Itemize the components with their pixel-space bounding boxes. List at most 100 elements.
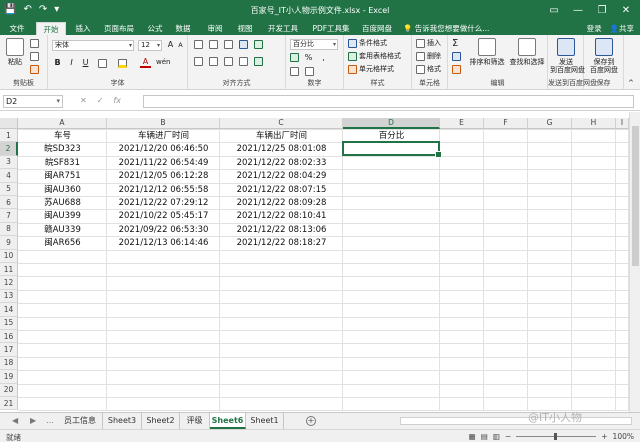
percent-button[interactable]: % [303,53,314,62]
normal-view-icon[interactable]: ▦ [469,432,476,441]
currency-icon[interactable] [290,53,299,62]
data-cell[interactable]: 2021/12/22 08:10:41 [220,211,343,221]
row-header-11[interactable]: 11 [0,263,18,277]
tab-review[interactable]: 审阅 [204,22,226,35]
data-cell[interactable]: 2021/12/13 06:14:46 [107,238,220,248]
data-cell[interactable]: 2021/12/22 08:09:28 [220,198,343,208]
send-to-cloud-button[interactable]: 发送 到百度网盘 [550,38,585,74]
align-middle-icon[interactable] [209,40,218,49]
italic-button[interactable]: I [66,58,77,67]
number-format-select[interactable]: 百分比 [290,39,338,50]
zoom-slider-thumb[interactable] [554,433,558,440]
indent-icon[interactable] [239,57,248,66]
delete-cells-button[interactable]: 删除 [416,51,441,61]
data-cell[interactable]: 闽AU360 [18,185,107,195]
vertical-scrollbar[interactable] [629,112,640,412]
data-cell[interactable]: 2021/09/22 06:53:30 [107,225,220,235]
data-cell[interactable]: 2021/12/22 08:18:27 [220,238,343,248]
data-cell[interactable]: 2021/12/20 06:46:50 [107,144,220,154]
header-cell[interactable]: 百分比 [343,131,440,141]
data-cell[interactable]: 赣AU339 [18,225,107,235]
font-color-icon[interactable]: A [140,57,151,68]
sheet-tab[interactable]: Sheet2 [142,413,180,429]
row-header-21[interactable]: 21 [0,397,18,411]
formula-input[interactable] [143,95,634,108]
row-header-2[interactable]: 2 [0,142,18,156]
zoom-slider[interactable] [516,433,597,440]
tab-baidu-netdisk[interactable]: 百度网盘 [358,22,396,35]
select-all-corner[interactable] [0,118,18,129]
row-header-12[interactable]: 12 [0,276,18,290]
row-header-3[interactable]: 3 [0,155,18,170]
tab-insert[interactable]: 插入 [72,22,94,35]
next-sheet-icon[interactable]: ▶ [30,416,36,425]
tab-pdf-tools[interactable]: PDF工具集 [310,22,352,35]
collapse-ribbon-icon[interactable]: ^ [628,79,634,87]
column-header-c[interactable]: C [220,118,343,129]
cancel-entry-icon[interactable]: ✕ [80,96,87,105]
tab-view[interactable]: 视图 [234,22,256,35]
data-cell[interactable]: 2021/12/22 08:13:06 [220,225,343,235]
tab-page-layout[interactable]: 页面布局 [100,22,138,35]
wrap-text-icon[interactable] [254,40,263,49]
login-button[interactable]: 登录 [587,23,602,34]
zoom-in-icon[interactable]: + [601,432,607,441]
ribbon-display-icon[interactable]: ▭ [542,2,566,19]
confirm-entry-icon[interactable]: ✓ [97,96,104,105]
row-header-18[interactable]: 18 [0,356,18,371]
data-cell[interactable]: 皖SD323 [18,144,107,154]
borders-button[interactable] [98,59,107,68]
row-header-6[interactable]: 6 [0,196,18,210]
merge-center-icon[interactable] [254,57,263,66]
increase-decimal-icon[interactable] [290,67,299,76]
cut-button[interactable] [30,39,39,48]
column-header-e[interactable]: E [440,118,484,129]
decrease-decimal-icon[interactable] [305,67,314,76]
sheet-tab[interactable]: 评级 [180,413,210,429]
data-cell[interactable]: 2021/12/22 08:02:33 [220,158,343,168]
align-right-icon[interactable] [224,57,233,66]
format-cells-button[interactable]: 格式 [416,64,441,74]
row-header-8[interactable]: 8 [0,222,18,237]
data-cell[interactable]: 2021/12/05 06:12:28 [107,171,220,181]
table-format-button[interactable]: 套用表格格式 [348,51,401,61]
comma-button[interactable]: , [318,53,329,62]
cell-styles-button[interactable]: 单元格样式 [348,64,394,74]
column-header-h[interactable]: H [572,118,616,129]
row-header-7[interactable]: 7 [0,209,18,223]
fill-button[interactable] [452,52,461,61]
row-header-19[interactable]: 19 [0,370,18,384]
wen-icon[interactable]: wén [156,58,170,66]
data-cell[interactable]: 2021/12/22 08:07:15 [220,185,343,195]
conditional-format-button[interactable]: 条件格式 [348,38,387,48]
zoom-out-icon[interactable]: − [505,432,511,441]
align-left-icon[interactable] [194,57,203,66]
column-header-a[interactable]: A [18,118,107,129]
sheet-tab[interactable]: 员工信息 [58,413,103,429]
bold-button[interactable]: B [52,58,63,67]
sheet-tab[interactable]: Sheet6 [210,413,246,429]
name-box[interactable]: D2 [3,95,63,108]
vertical-scroll-thumb[interactable] [632,126,639,266]
paste-button[interactable]: 粘贴 [4,38,26,66]
row-header-16[interactable]: 16 [0,330,18,344]
row-header-5[interactable]: 5 [0,182,18,196]
insert-cells-button[interactable]: 插入 [416,38,441,48]
font-name-select[interactable]: 宋体 [52,40,134,51]
shrink-font-icon[interactable]: A [175,41,186,49]
align-center-icon[interactable] [209,57,218,66]
data-cell[interactable]: 2021/12/25 08:01:08 [220,144,343,154]
tab-data[interactable]: 数据 [172,22,194,35]
row-header-17[interactable]: 17 [0,343,18,357]
add-sheet-button[interactable]: + [306,416,316,426]
zoom-level[interactable]: 100% [613,432,634,441]
tab-developer[interactable]: 开发工具 [264,22,302,35]
row-header-14[interactable]: 14 [0,303,18,317]
worksheet-grid[interactable]: A B C D E F G H I 1 2 3 4 5 6 7 8 9 10 11 12 13 14 15 16 17 18 19 20… [0,112,640,412]
prev-sheet-icon[interactable]: ◀ [12,416,18,425]
orientation-icon[interactable] [239,40,248,49]
column-header-b[interactable]: B [107,118,220,129]
autosum-icon[interactable]: Σ [452,38,458,49]
restore-icon[interactable]: ❐ [590,2,614,19]
share-button[interactable]: 👤共享 [610,23,634,34]
